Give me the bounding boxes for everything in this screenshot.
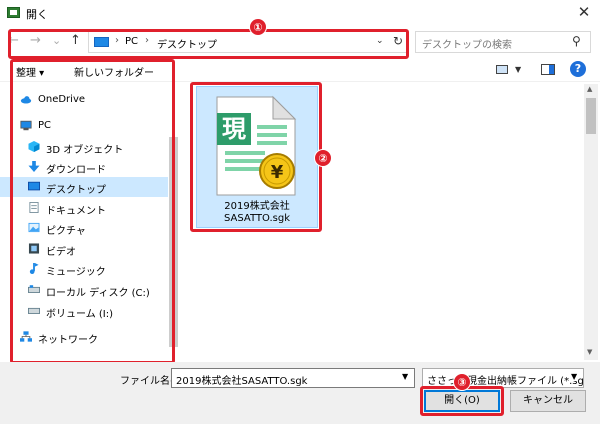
callout-box-2 (10, 59, 175, 364)
filetype-value: ささっと現金出納帳ファイル (*.sgk) (427, 376, 584, 387)
filename-field[interactable]: 2019株式会社SASATTO.sgk ▼ (171, 368, 415, 388)
search-input[interactable]: デスクトップの検索 ⚲ (415, 31, 591, 53)
content-scrollbar[interactable]: ▲ ▼ (584, 84, 598, 360)
chevron-down-icon[interactable]: ▼ (402, 372, 408, 381)
callout-badge-3: ③ (453, 373, 471, 391)
callout-box-3 (190, 82, 322, 232)
view-dropdown-icon[interactable]: ▼ (515, 65, 521, 74)
chevron-down-icon[interactable]: ▼ (571, 372, 578, 381)
view-options-icon[interactable] (496, 65, 508, 74)
callout-box-1 (8, 29, 409, 59)
title-bar: 開く ✕ (0, 0, 600, 26)
window-title: 開く (26, 8, 48, 21)
callout-badge-2: ② (314, 149, 332, 167)
search-icon[interactable]: ⚲ (572, 34, 581, 48)
callout-badge-1: ① (249, 18, 267, 36)
scroll-thumb[interactable] (586, 98, 596, 134)
bottom-panel: ファイル名(N): 2019株式会社SASATTO.sgk ▼ ささっと現金出納… (0, 362, 600, 424)
filetype-select[interactable]: ささっと現金出納帳ファイル (*.sgk) ▼ (422, 368, 584, 388)
app-icon (7, 7, 20, 18)
filename-value: 2019株式会社SASATTO.sgk (176, 376, 308, 387)
search-placeholder: デスクトップの検索 (422, 40, 512, 51)
scroll-down-icon[interactable]: ▼ (587, 348, 592, 356)
close-icon[interactable]: ✕ (572, 2, 596, 22)
preview-pane-icon[interactable] (541, 64, 555, 75)
help-icon[interactable]: ? (570, 61, 586, 77)
scroll-up-icon[interactable]: ▲ (587, 85, 592, 93)
cancel-button[interactable]: キャンセル (510, 390, 586, 412)
